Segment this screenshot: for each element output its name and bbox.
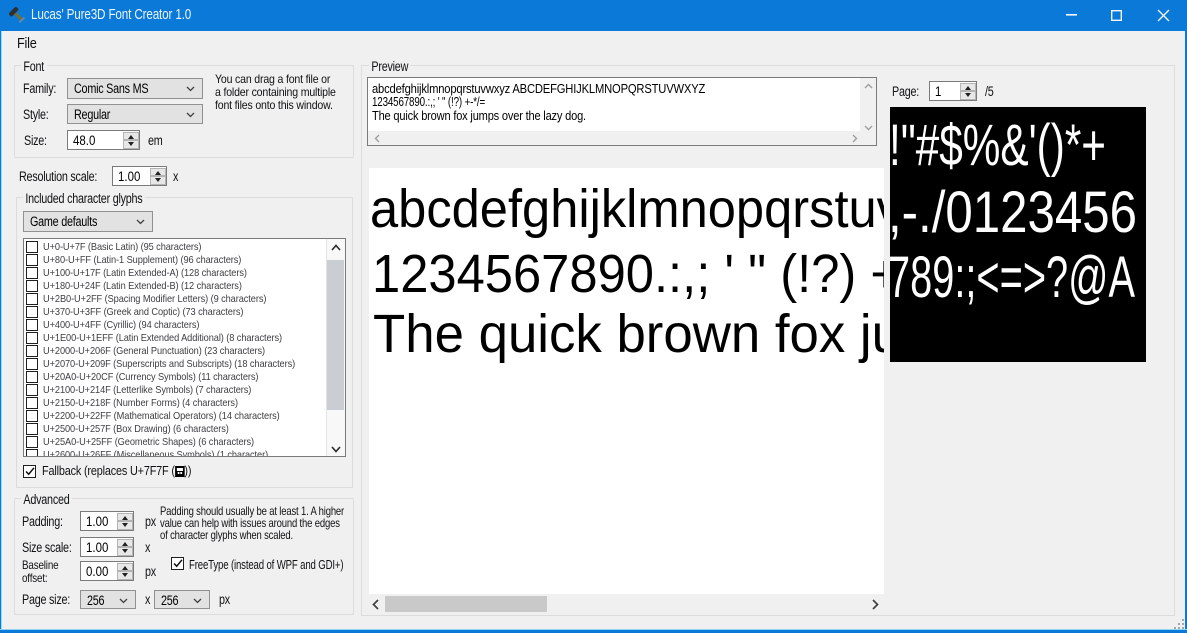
svg-text:789:;<=>?@A: 789:;<=>?@A <box>890 245 1135 310</box>
svg-text:The quick brown fox ju: The quick brown fox ju <box>373 304 884 364</box>
svg-text:,-./0123456: ,-./0123456 <box>890 180 1137 245</box>
svg-text:1234567890.:,; ' " (!?) +: 1234567890.:,; ' " (!?) + <box>372 244 884 304</box>
svg-text:!"#$%&'()*+: !"#$%&'()*+ <box>890 113 1106 178</box>
svg-text:abcdefghijklmnopqrstuv: abcdefghijklmnopqrstuv <box>370 179 884 239</box>
